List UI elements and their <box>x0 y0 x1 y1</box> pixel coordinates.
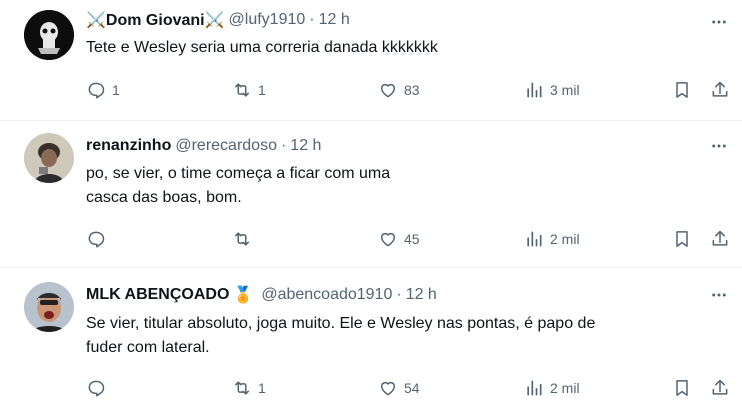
share-button[interactable] <box>710 228 730 250</box>
retweet-count: 1 <box>258 380 266 396</box>
like-button[interactable]: 45 <box>378 228 420 250</box>
tweet-text: po, se vier, o time começa a ficar com u… <box>86 162 726 210</box>
retweet-button[interactable]: 1 <box>232 79 266 101</box>
bookmark-button[interactable] <box>672 228 692 250</box>
analytics-icon <box>524 80 544 100</box>
reply-icon <box>86 229 106 249</box>
bookmark-button[interactable] <box>672 377 692 399</box>
like-count: 54 <box>404 380 420 396</box>
share-icon <box>710 378 730 398</box>
avatar[interactable] <box>24 282 74 332</box>
views-button[interactable]: 2 mil <box>524 377 580 399</box>
like-button[interactable]: 83 <box>378 79 420 101</box>
like-count: 83 <box>404 82 420 98</box>
more-options-icon[interactable] <box>708 135 730 157</box>
tweet-text: Tete e Wesley seria uma correria danada … <box>86 36 726 60</box>
retweet-button[interactable]: 1 <box>232 377 266 399</box>
bookmark-icon <box>672 80 692 100</box>
heart-icon <box>378 229 398 249</box>
more-options-icon[interactable] <box>708 284 730 306</box>
medal-badge-icon: 🏅 <box>233 287 254 304</box>
tweet-text-line: po, se vier, o time começa a ficar com u… <box>86 165 391 182</box>
reply-button[interactable]: 1 <box>86 79 120 101</box>
more-options-icon[interactable] <box>708 11 730 33</box>
tweet-text-line: casca das boas, bom. <box>86 189 242 206</box>
tweet-actions: 1 1 83 3 mil <box>86 79 736 101</box>
tweet-text-line: Tete e Wesley seria uma correria danada … <box>86 39 438 56</box>
separator-dot: · <box>396 286 402 303</box>
retweet-icon <box>232 80 252 100</box>
display-name[interactable]: renanzinho <box>86 137 171 155</box>
tweet[interactable]: ⚔️Dom Giovani⚔️ @lufy1910 · 12 h Tete e … <box>0 0 742 121</box>
tweet-text-line: Se vier, titular absoluto, joga muito. E… <box>86 315 596 332</box>
like-button[interactable]: 54 <box>378 377 420 399</box>
analytics-icon <box>524 229 544 249</box>
retweet-count: 1 <box>258 82 266 98</box>
tweet-text-line: fuder com lateral. <box>86 339 210 356</box>
avatar[interactable] <box>24 133 74 183</box>
tweet[interactable]: renanzinho @rerecardoso · 12 h po, se vi… <box>0 120 742 268</box>
reply-count: 1 <box>112 82 120 98</box>
timestamp[interactable]: 12 h <box>406 286 437 304</box>
reply-button[interactable] <box>86 377 112 399</box>
tweet-actions: 45 2 mil <box>86 228 736 250</box>
view-count: 2 mil <box>550 380 580 396</box>
reply-icon <box>86 80 106 100</box>
user-handle[interactable]: @lufy1910 <box>229 11 306 29</box>
separator-dot: · <box>280 137 287 154</box>
views-button[interactable]: 2 mil <box>524 228 580 250</box>
analytics-icon <box>524 378 544 398</box>
views-button[interactable]: 3 mil <box>524 79 580 101</box>
timestamp[interactable]: 12 h <box>319 11 350 29</box>
separator-dot: · <box>309 11 315 28</box>
tweet-actions: 1 54 2 mil <box>86 377 736 399</box>
display-name[interactable]: ⚔️Dom Giovani⚔️ <box>86 10 225 30</box>
retweet-icon <box>232 378 252 398</box>
user-handle[interactable]: @abencoado1910 <box>261 286 392 304</box>
user-handle[interactable]: @rerecardoso <box>175 137 277 155</box>
bookmark-button[interactable] <box>672 79 692 101</box>
display-name[interactable]: MLK ABENÇOADO <box>86 286 229 304</box>
bookmark-icon <box>672 378 692 398</box>
heart-icon <box>378 80 398 100</box>
share-icon <box>710 229 730 249</box>
reply-button[interactable] <box>86 228 112 250</box>
avatar[interactable] <box>24 10 74 60</box>
heart-icon <box>378 378 398 398</box>
share-button[interactable] <box>710 377 730 399</box>
view-count: 2 mil <box>550 231 580 247</box>
bookmark-icon <box>672 229 692 249</box>
like-count: 45 <box>404 231 420 247</box>
tweet-text: Se vier, titular absoluto, joga muito. E… <box>86 312 726 360</box>
retweet-icon <box>232 229 252 249</box>
retweet-button[interactable] <box>232 228 258 250</box>
tweet[interactable]: MLK ABENÇOADO 🏅 @abencoado1910 · 12 h Se… <box>0 267 742 403</box>
share-button[interactable] <box>710 79 730 101</box>
view-count: 3 mil <box>550 82 580 98</box>
timestamp[interactable]: 12 h <box>290 137 321 155</box>
share-icon <box>710 80 730 100</box>
reply-icon <box>86 378 106 398</box>
